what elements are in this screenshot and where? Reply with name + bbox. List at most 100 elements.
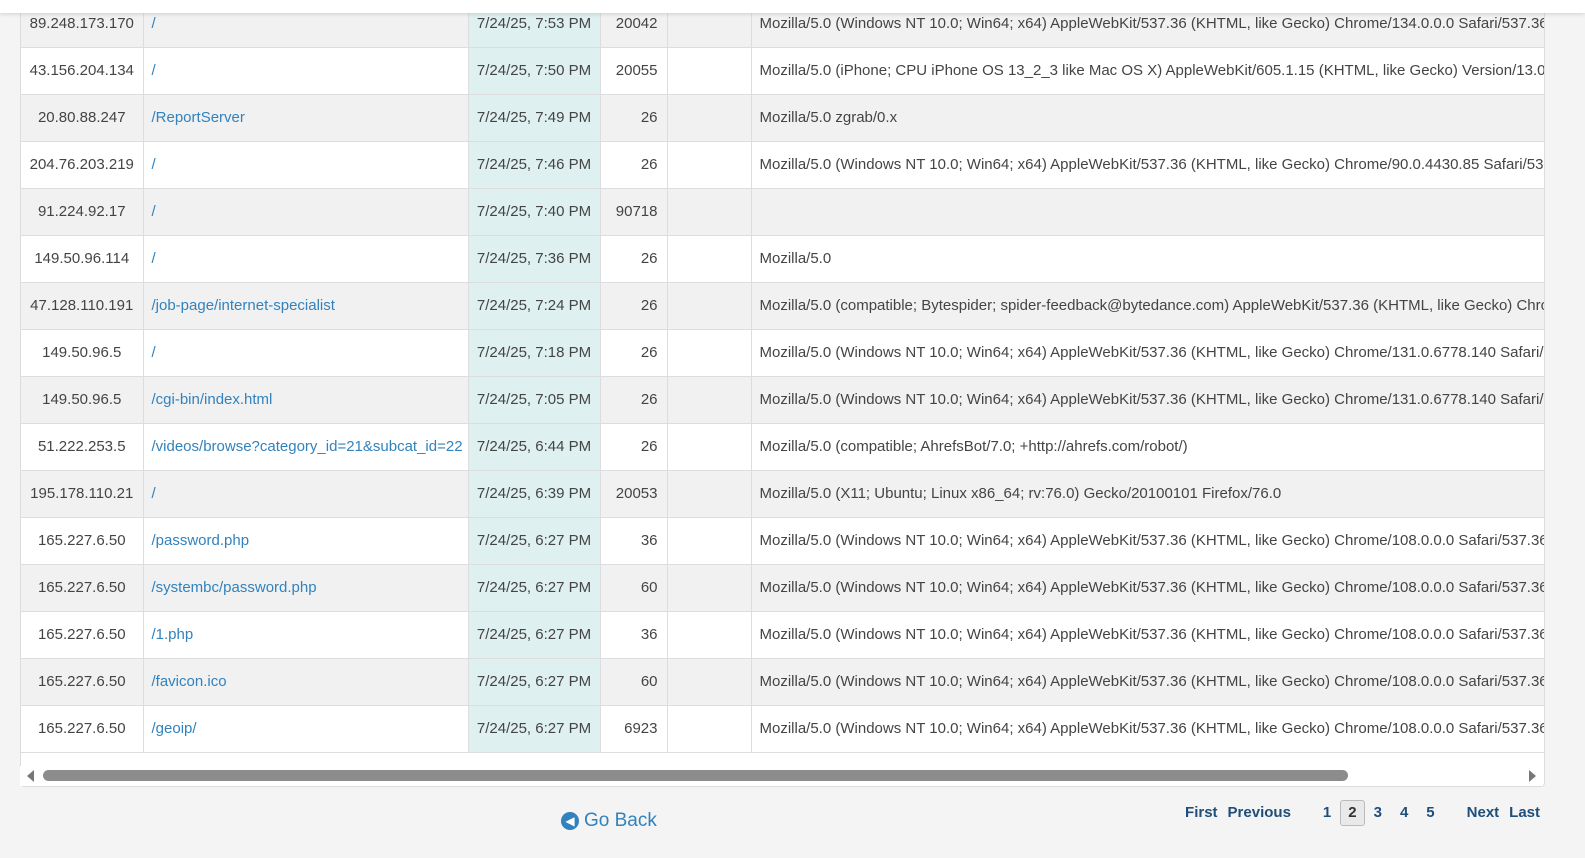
scrollbar-thumb[interactable] (43, 770, 1348, 781)
path-link[interactable]: /geoip/ (152, 720, 197, 737)
path-link[interactable]: /password.php (152, 532, 250, 549)
path-link[interactable]: / (152, 344, 156, 361)
user-agent-cell: Mozilla/5.0 (X11; Ubuntu; Linux x86_64; … (751, 470, 1544, 518)
table-row: 204.76.203.219 / 7/24/25, 7:46 PM 26 Moz… (21, 141, 1544, 189)
ip-cell: 149.50.96.5 (21, 329, 144, 377)
table-row: 149.50.96.114 / 7/24/25, 7:36 PM 26 Mozi… (21, 235, 1544, 283)
empty-cell (667, 235, 752, 283)
pagination-page-2-current[interactable]: 2 (1340, 800, 1365, 826)
ip-cell: 195.178.110.21 (21, 470, 144, 518)
size-cell: 36 (600, 611, 668, 659)
time-cell: 7/24/25, 7:46 PM (468, 141, 601, 189)
ip-cell: 91.224.92.17 (21, 188, 144, 236)
pagination-previous[interactable]: Previous (1223, 801, 1296, 825)
access-log-table: 89.248.173.170 / 7/24/25, 7:53 PM 20042 … (21, 0, 1544, 753)
user-agent-cell: Mozilla/5.0 (Windows NT 10.0; Win64; x64… (751, 564, 1544, 612)
table-row: 195.178.110.21 / 7/24/25, 6:39 PM 20053 … (21, 470, 1544, 518)
size-cell: 20053 (600, 470, 668, 518)
path-cell: /cgi-bin/index.html (143, 376, 469, 424)
path-link[interactable]: /systembc/password.php (152, 579, 317, 596)
path-link[interactable]: /job-page/internet-specialist (152, 297, 335, 314)
time-cell: 7/24/25, 6:27 PM (468, 517, 601, 565)
horizontal-scrollbar[interactable] (20, 766, 1543, 786)
path-link[interactable]: / (152, 485, 156, 502)
circle-arrow-left-icon: ◀ (561, 812, 579, 830)
pagination-last[interactable]: Last (1504, 801, 1545, 825)
path-link[interactable]: /ReportServer (152, 109, 245, 126)
path-link[interactable]: /videos/browse?category_id=21&subcat_id=… (152, 438, 463, 455)
time-cell: 7/24/25, 7:18 PM (468, 329, 601, 377)
empty-cell (667, 658, 752, 706)
path-cell: /job-page/internet-specialist (143, 282, 469, 330)
path-link[interactable]: / (152, 250, 156, 267)
go-back-button[interactable]: ◀ Go Back (561, 809, 657, 833)
table-row: 91.224.92.17 / 7/24/25, 7:40 PM 90718 (21, 188, 1544, 236)
time-cell: 7/24/25, 7:05 PM (468, 376, 601, 424)
empty-cell (667, 376, 752, 424)
table-row: 165.227.6.50 /systembc/password.php 7/24… (21, 564, 1544, 612)
path-cell: /favicon.ico (143, 658, 469, 706)
ip-cell: 165.227.6.50 (21, 705, 144, 753)
user-agent-cell: Mozilla/5.0 (Windows NT 10.0; Win64; x64… (751, 141, 1544, 189)
user-agent-cell: Mozilla/5.0 (Windows NT 10.0; Win64; x64… (751, 517, 1544, 565)
user-agent-cell: Mozilla/5.0 (compatible; AhrefsBot/7.0; … (751, 423, 1544, 471)
table-row: 47.128.110.191 /job-page/internet-specia… (21, 282, 1544, 330)
user-agent-cell (751, 188, 1544, 236)
path-cell: /systembc/password.php (143, 564, 469, 612)
size-cell: 26 (600, 282, 668, 330)
go-back-label: Go Back (584, 810, 657, 831)
pagination-first[interactable]: First (1180, 801, 1223, 825)
path-link[interactable]: /cgi-bin/index.html (152, 391, 273, 408)
size-cell: 26 (600, 235, 668, 283)
table-row: 51.222.253.5 /videos/browse?category_id=… (21, 423, 1544, 471)
empty-cell (667, 470, 752, 518)
pagination-page-4[interactable]: 4 (1391, 801, 1417, 825)
ip-cell: 165.227.6.50 (21, 517, 144, 565)
path-link[interactable]: / (152, 156, 156, 173)
table-row: 165.227.6.50 /favicon.ico 7/24/25, 6:27 … (21, 658, 1544, 706)
scroll-left-arrow-icon[interactable] (27, 770, 34, 782)
ip-cell: 43.156.204.134 (21, 47, 144, 95)
time-cell: 7/24/25, 6:27 PM (468, 658, 601, 706)
time-cell: 7/24/25, 7:24 PM (468, 282, 601, 330)
empty-cell (667, 564, 752, 612)
time-cell: 7/24/25, 7:36 PM (468, 235, 601, 283)
user-agent-cell: Mozilla/5.0 (Windows NT 10.0; Win64; x64… (751, 705, 1544, 753)
empty-cell (667, 47, 752, 95)
path-cell: / (143, 188, 469, 236)
ip-cell: 47.128.110.191 (21, 282, 144, 330)
size-cell: 26 (600, 376, 668, 424)
pagination-page-3[interactable]: 3 (1365, 801, 1391, 825)
path-link[interactable]: / (152, 15, 156, 32)
table-row: 43.156.204.134 / 7/24/25, 7:50 PM 20055 … (21, 47, 1544, 95)
ip-cell: 204.76.203.219 (21, 141, 144, 189)
size-cell: 26 (600, 94, 668, 142)
table-row: 165.227.6.50 /password.php 7/24/25, 6:27… (21, 517, 1544, 565)
pagination: First Previous 1 2 3 4 5 Next Last (1180, 800, 1545, 826)
user-agent-cell: Mozilla/5.0 zgrab/0.x (751, 94, 1544, 142)
path-cell: / (143, 235, 469, 283)
path-link[interactable]: /1.php (152, 626, 194, 643)
size-cell: 26 (600, 423, 668, 471)
log-table-panel: 89.248.173.170 / 7/24/25, 7:53 PM 20042 … (20, 0, 1545, 787)
empty-cell (667, 141, 752, 189)
path-cell: / (143, 329, 469, 377)
table-row: 149.50.96.5 / 7/24/25, 7:18 PM 26 Mozill… (21, 329, 1544, 377)
pagination-page-1[interactable]: 1 (1314, 801, 1340, 825)
ip-cell: 51.222.253.5 (21, 423, 144, 471)
scroll-right-arrow-icon[interactable] (1529, 770, 1536, 782)
user-agent-cell: Mozilla/5.0 (Windows NT 10.0; Win64; x64… (751, 658, 1544, 706)
path-cell: /geoip/ (143, 705, 469, 753)
empty-cell (667, 329, 752, 377)
ip-cell: 149.50.96.114 (21, 235, 144, 283)
path-link[interactable]: / (152, 203, 156, 220)
user-agent-cell: Mozilla/5.0 (Windows NT 10.0; Win64; x64… (751, 611, 1544, 659)
size-cell: 36 (600, 517, 668, 565)
time-cell: 7/24/25, 6:39 PM (468, 470, 601, 518)
pagination-next[interactable]: Next (1462, 801, 1505, 825)
user-agent-cell: Mozilla/5.0 (compatible; Bytespider; spi… (751, 282, 1544, 330)
path-link[interactable]: / (152, 62, 156, 79)
pagination-page-5[interactable]: 5 (1417, 801, 1443, 825)
empty-cell (667, 423, 752, 471)
path-link[interactable]: /favicon.ico (152, 673, 227, 690)
